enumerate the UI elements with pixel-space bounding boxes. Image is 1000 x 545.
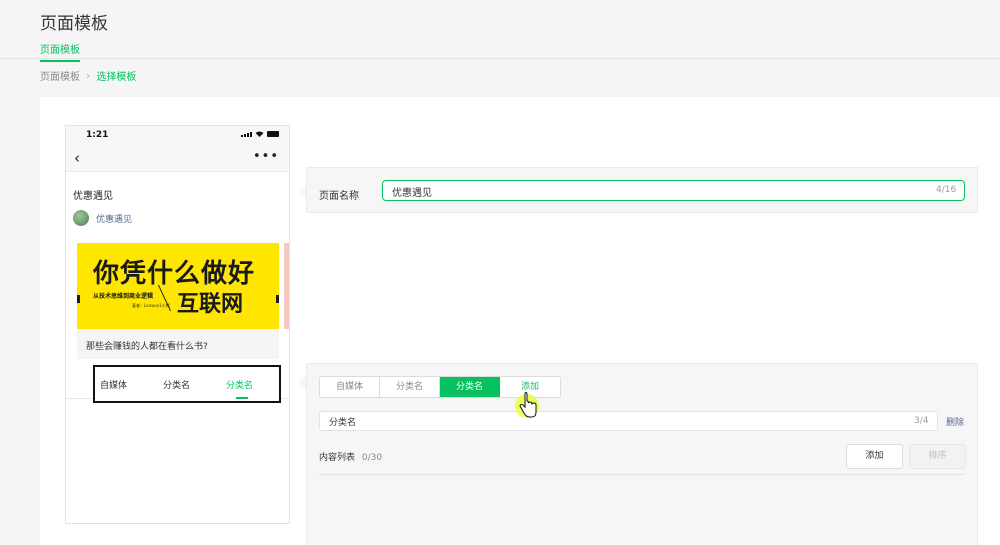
cover-line3: 著者：Lonwoo1小熊 bbox=[132, 303, 170, 308]
signal-icon bbox=[241, 132, 252, 137]
avatar bbox=[73, 210, 89, 226]
status-time: 1:21 bbox=[86, 130, 109, 140]
sort-button[interactable]: 排序 bbox=[909, 444, 966, 469]
back-icon[interactable]: ‹ bbox=[74, 149, 80, 167]
article-description: 那些会赚钱的人都在看什么书? bbox=[77, 329, 279, 359]
content-list-title: 内容列表 bbox=[319, 453, 356, 463]
next-cover-image bbox=[284, 243, 289, 329]
segment-3[interactable]: 分类名 bbox=[440, 377, 500, 397]
status-bar: 1:21 bbox=[66, 126, 289, 146]
article-title: 优惠遇见 bbox=[73, 191, 113, 202]
cover-line4: 互联网 bbox=[177, 292, 244, 317]
category-tab-3[interactable]: 分类名 bbox=[226, 378, 253, 391]
cover-line1: 你凭什么做好 bbox=[93, 259, 256, 289]
wifi-icon bbox=[255, 131, 264, 137]
breadcrumb-root[interactable]: 页面模板 bbox=[40, 68, 80, 83]
tab-page-template[interactable]: 页面模板 bbox=[40, 41, 80, 62]
segment-1[interactable]: 自媒体 bbox=[320, 377, 380, 397]
list-divider bbox=[319, 474, 965, 475]
page-name-label: 页面名称 bbox=[319, 191, 359, 202]
category-tab-1[interactable]: 自媒体 bbox=[100, 378, 127, 391]
form-pointer bbox=[299, 185, 306, 199]
active-tab-underline bbox=[236, 397, 248, 399]
delete-link[interactable]: 删除 bbox=[946, 415, 964, 428]
breadcrumb: 页面模板 › 选择模板 bbox=[40, 68, 136, 83]
category-tab-2[interactable]: 分类名 bbox=[163, 378, 190, 391]
category-name-count: 3/4 bbox=[914, 416, 929, 426]
page-title: 页面模板 bbox=[40, 14, 108, 34]
account-info: 优惠遇见 bbox=[73, 210, 132, 226]
content-list-count: 0/30 bbox=[361, 453, 383, 463]
account-name[interactable]: 优惠遇见 bbox=[96, 212, 132, 225]
breadcrumb-current: 选择模板 bbox=[96, 72, 137, 83]
battery-icon bbox=[267, 131, 279, 137]
segment-2[interactable]: 分类名 bbox=[380, 377, 440, 397]
category-tabs: 自媒体 分类名 分类名 bbox=[93, 365, 281, 403]
content-list-label: 内容列表 0/30 bbox=[319, 450, 382, 463]
more-icon[interactable]: ••• bbox=[253, 149, 279, 164]
phone-preview: 1:21 ‹ ••• 优惠遇见 优惠遇见 你凭什么做好 从技术思维到商业逻辑 著… bbox=[65, 125, 290, 524]
cover-line2: 从技术思维到商业逻辑 bbox=[93, 293, 154, 300]
page-header: 页面模板 页面模板 bbox=[0, 0, 1000, 62]
cover-mark-right bbox=[276, 295, 279, 303]
category-name-input[interactable]: 分类名 bbox=[319, 411, 938, 431]
page-name-input[interactable]: 优惠遇见 bbox=[382, 180, 965, 201]
hand-cursor-icon bbox=[515, 391, 539, 418]
page-name-count: 4/16 bbox=[936, 185, 957, 195]
add-content-button[interactable]: 添加 bbox=[846, 444, 903, 469]
phone-navbar: ‹ ••• bbox=[66, 146, 289, 172]
chevron-right-icon: › bbox=[86, 69, 91, 82]
cover-image: 你凭什么做好 从技术思维到商业逻辑 著者：Lonwoo1小熊 互联网 bbox=[77, 243, 279, 329]
form-pointer bbox=[299, 375, 306, 389]
cover-mark-left bbox=[77, 295, 80, 303]
